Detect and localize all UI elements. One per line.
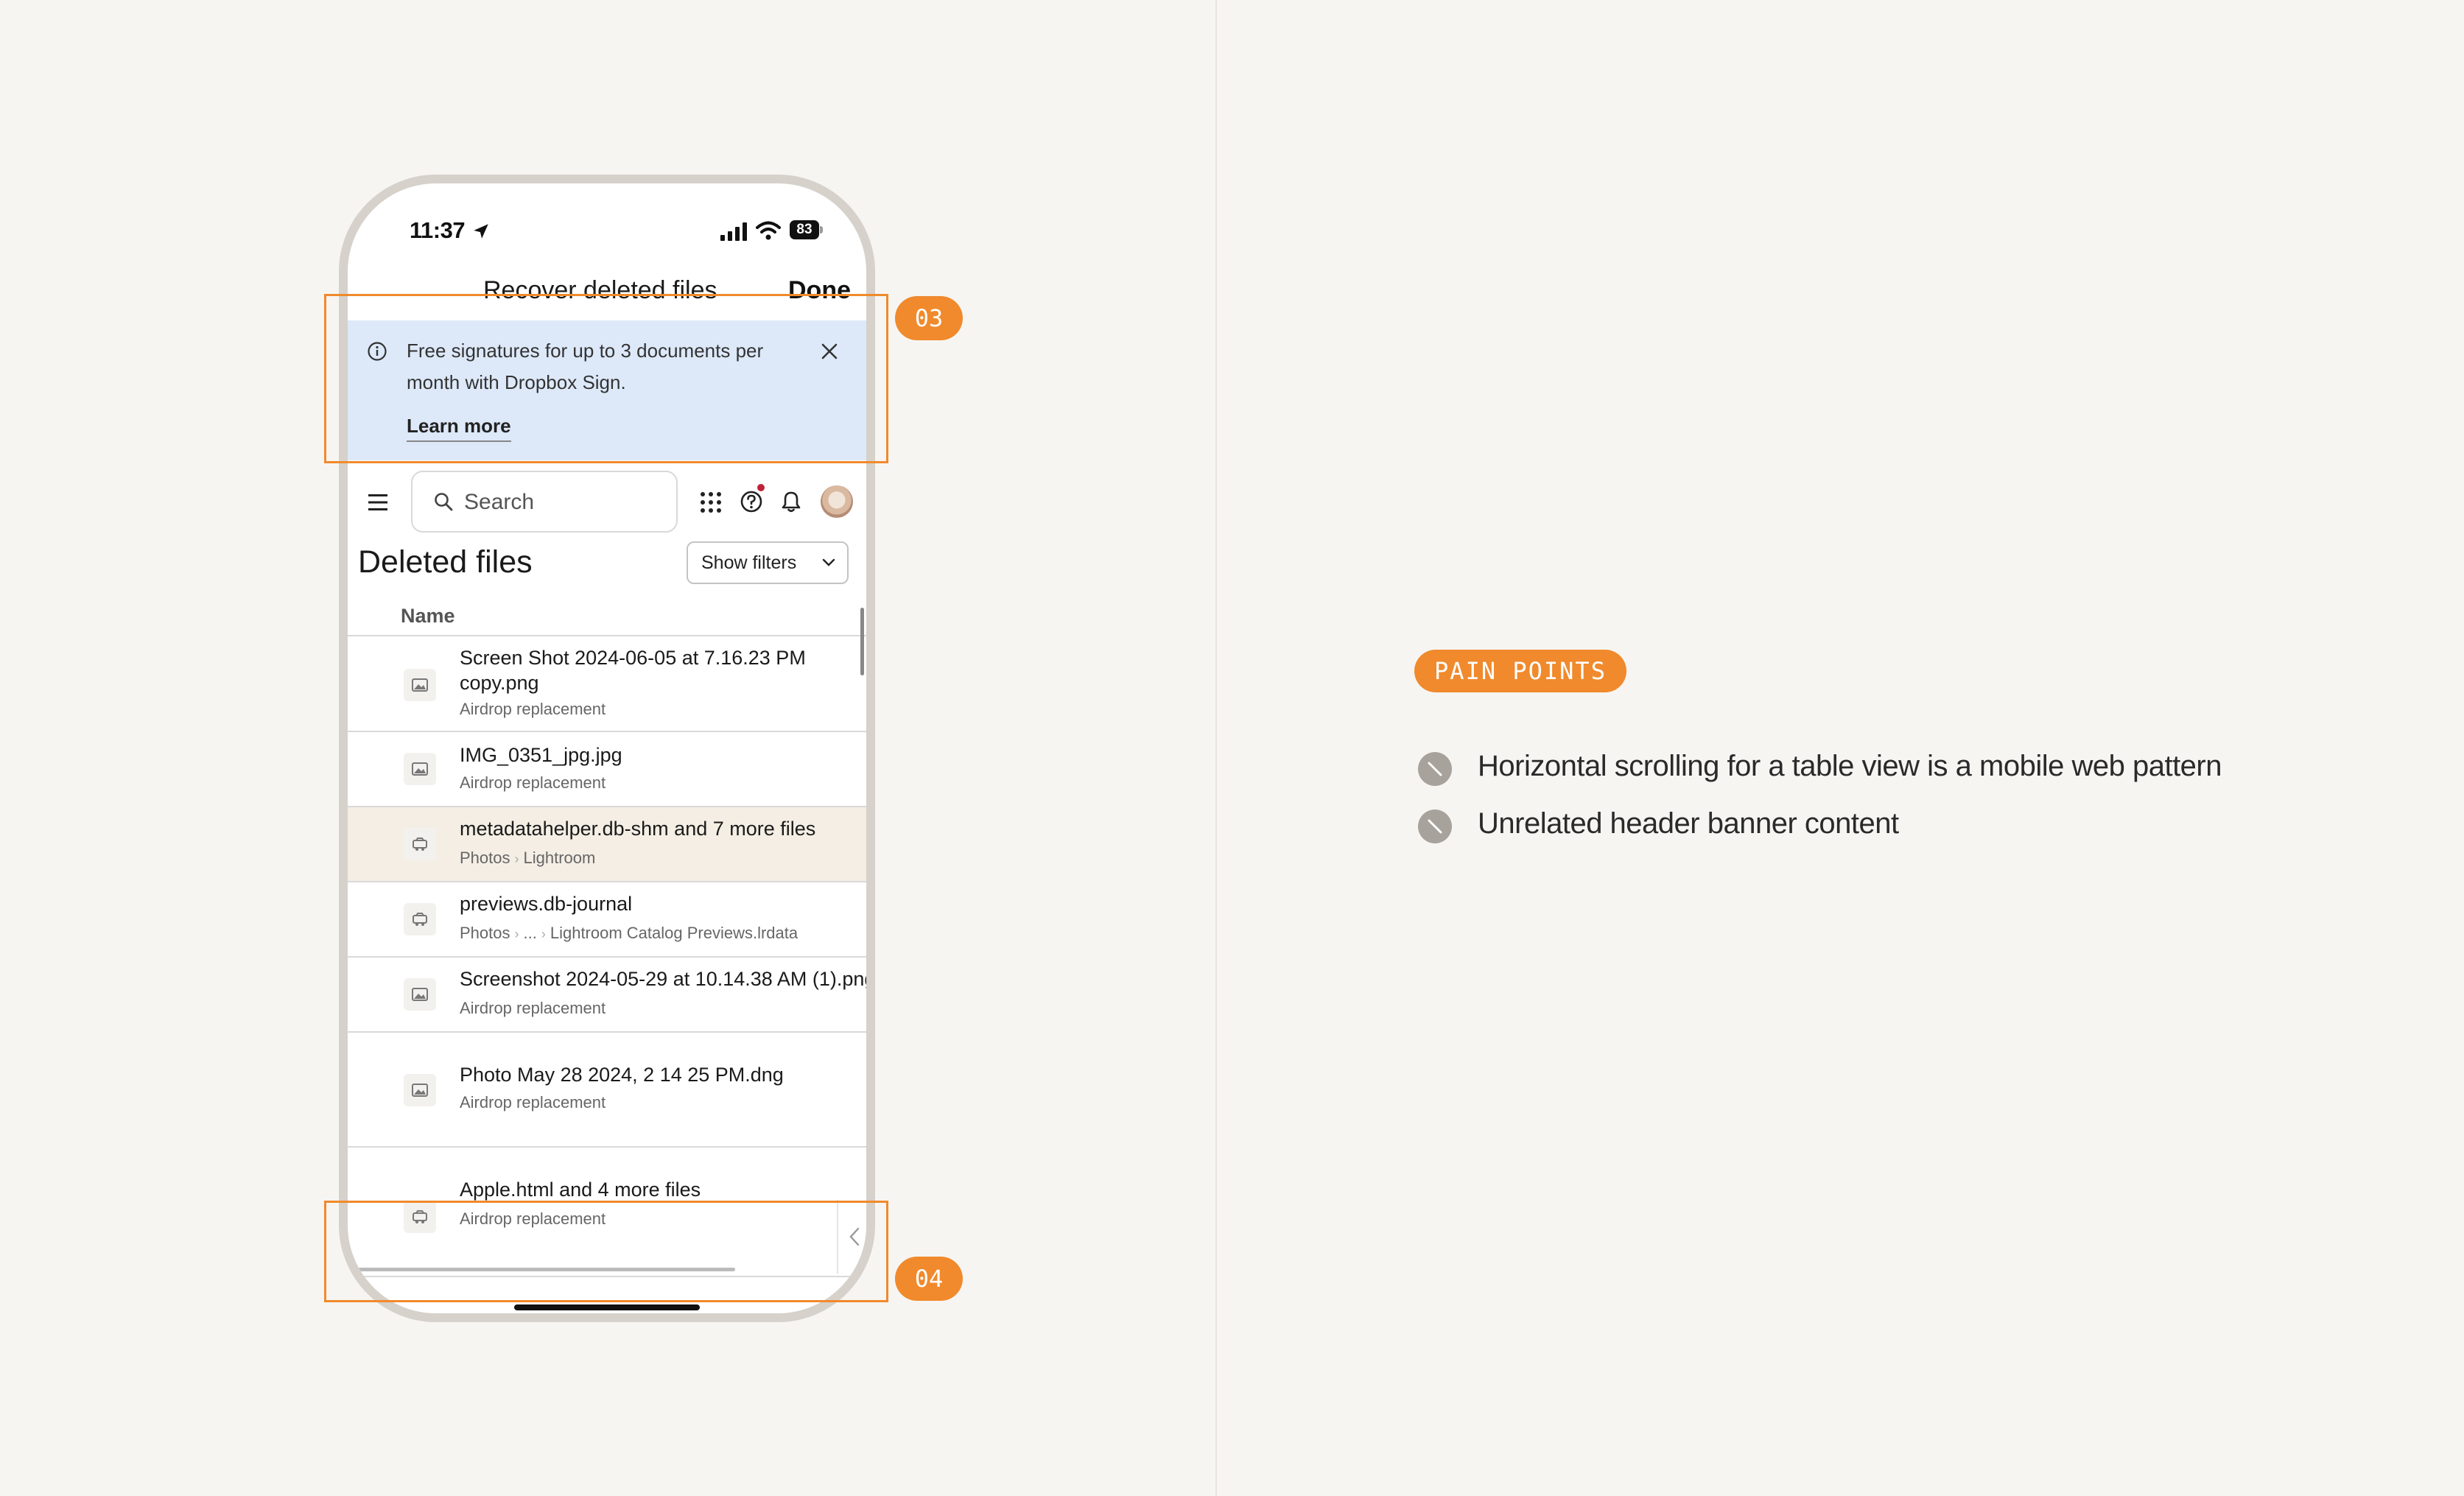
file-group-icon [404,828,436,860]
image-file-icon [404,1074,436,1106]
not-allowed-icon [1418,752,1452,786]
battery-level: 83 [790,220,819,239]
annotation-badge-04: 04 [895,1257,963,1301]
file-name[interactable]: IMG_0351_jpg.jpg [460,742,622,768]
file-name[interactable]: previews.db-journal [460,891,632,916]
pain-point-text: Unrelated header banner content [1478,807,1899,840]
file-name[interactable]: Screen Shot 2024-06-05 at 7.16.23 PM [460,645,806,670]
table-row[interactable]: previews.db-journal Photos ›... › Lightroom… [348,882,866,958]
breadcrumb-separator-icon: › [541,927,546,941]
pain-points-heading: PAIN POINTS [1414,650,1626,692]
file-name[interactable]: Screenshot 2024-05-29 at 10.14.38 AM (1)… [460,966,866,991]
battery-indicator: 83 [790,220,824,239]
wifi-icon [756,221,781,240]
file-location: Airdrop replacement [460,999,606,1017]
table-row[interactable]: Screenshot 2024-05-29 at 10.14.38 AM (1)… [348,958,866,1033]
image-file-icon [404,978,436,1011]
avatar[interactable] [821,485,853,518]
status-time: 11:37 [410,217,466,243]
table-row[interactable]: Screen Shot 2024-06-05 at 7.16.23 PM cop… [348,636,866,732]
image-file-icon [404,753,436,785]
image-file-icon [404,669,436,701]
file-location: Airdrop replacement [460,1093,606,1112]
table-row[interactable]: IMG_0351_jpg.jpg Airdrop replacement [348,732,866,807]
table-row-selected[interactable]: metadatahelper.db-shm and 7 more files P… [348,807,866,882]
file-name[interactable]: metadatahelper.db-shm and 7 more files [460,816,815,841]
annotation-badge-03: 03 [895,296,963,340]
section-divider [1215,0,1217,1496]
file-name[interactable]: Apple.html and 4 more files [460,1177,701,1202]
cellular-signal-icon [720,222,747,241]
highlight-box-04 [324,1201,888,1302]
breadcrumb-part[interactable]: Photos [460,924,510,942]
battery-tip [820,226,823,233]
search-placeholder: Search [464,490,535,514]
table-row[interactable]: Photo May 28 2024, 2 14 25 PM.dng Airdro… [348,1033,866,1148]
file-group-icon [404,903,436,935]
apps-grid-icon[interactable] [700,491,722,513]
file-name-continued[interactable]: copy.png [460,670,539,695]
search-input[interactable]: Search [411,471,678,533]
column-header-name[interactable]: Name [401,605,455,628]
menu-icon[interactable] [367,493,389,512]
file-location: Photos › Lightroom [460,849,595,868]
breadcrumb-part[interactable]: ... [524,924,537,942]
breadcrumb-separator-icon: › [514,851,519,866]
home-indicator[interactable] [514,1304,700,1310]
location-arrow-icon [474,224,488,239]
breadcrumb-part[interactable]: Lightroom Catalog Previews.lrdata [550,924,798,942]
highlight-box-03 [324,294,888,463]
notification-dot [757,484,765,491]
file-location: Airdrop replacement [460,700,606,718]
pain-point-text: Horizontal scrolling for a table view is… [1478,750,2222,782]
help-icon[interactable] [740,490,763,513]
file-location: Photos ›... › Lightroom Catalog Previews.lr… [460,924,798,943]
file-name[interactable]: Photo May 28 2024, 2 14 25 PM.dng [460,1062,784,1087]
breadcrumb-separator-icon: › [514,927,519,941]
show-filters-button[interactable]: Show filters [687,541,849,584]
search-icon [435,493,453,511]
breadcrumb-part[interactable]: Photos [460,849,510,867]
bell-icon[interactable] [779,490,803,513]
page-title: Deleted files [358,544,533,580]
file-location: Airdrop replacement [460,773,606,792]
not-allowed-icon [1418,810,1452,843]
chevron-down-icon [822,558,835,566]
breadcrumb-part[interactable]: Lightroom [524,849,596,867]
show-filters-label: Show filters [701,552,797,573]
